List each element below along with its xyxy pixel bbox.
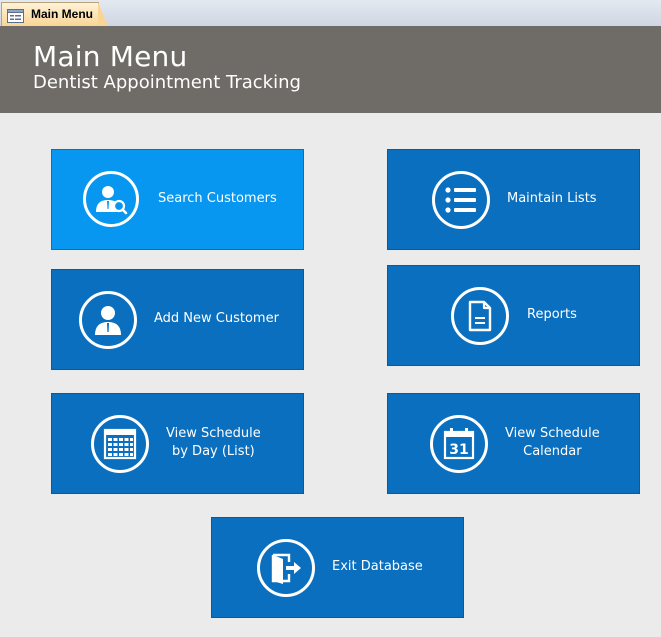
view-schedule-by-day-button[interactable]: View Schedule by Day (List) [51,393,304,494]
view-schedule-by-day-label-line2: by Day (List) [171,444,255,459]
tab-label: Main Menu [31,7,93,21]
view-schedule-by-day-label: View Schedule by Day (List) [166,425,261,461]
user-icon [79,291,137,349]
document-tab-strip: Main Menu [0,0,661,27]
page-subtitle: Dentist Appointment Tracking [33,72,301,93]
view-schedule-calendar-label-line2: Calendar [523,444,582,459]
view-schedule-calendar-label-line1: View Schedule [505,426,600,441]
exit-door-icon [257,539,315,597]
calendar-grid-icon [91,415,149,473]
form-icon [7,8,24,27]
view-schedule-calendar-label: View Schedule Calendar [505,425,600,461]
reports-button[interactable]: Reports [387,265,640,366]
maintain-lists-button[interactable]: Maintain Lists [387,149,640,250]
user-search-icon [83,171,139,227]
maintain-lists-label: Maintain Lists [507,191,597,206]
view-schedule-calendar-button[interactable]: 31 View Schedule Calendar [387,393,640,494]
view-schedule-by-day-label-line1: View Schedule [166,426,261,441]
calendar-31-icon: 31 [430,415,488,473]
exit-database-button[interactable]: Exit Database [211,517,464,618]
reports-label: Reports [527,307,577,322]
tab-slant [98,2,108,26]
search-customers-button[interactable]: Search Customers [51,149,304,250]
add-new-customer-button[interactable]: Add New Customer [51,269,304,370]
tab-main-menu[interactable]: Main Menu [1,2,108,27]
document-icon [451,287,509,345]
search-customers-label: Search Customers [158,191,277,206]
exit-database-label: Exit Database [332,559,423,574]
list-icon [432,171,490,229]
add-new-customer-label: Add New Customer [154,311,279,326]
svg-text:31: 31 [449,442,468,458]
page-title: Main Menu [33,40,188,73]
form-header: Main Menu Dentist Appointment Tracking [0,26,661,113]
